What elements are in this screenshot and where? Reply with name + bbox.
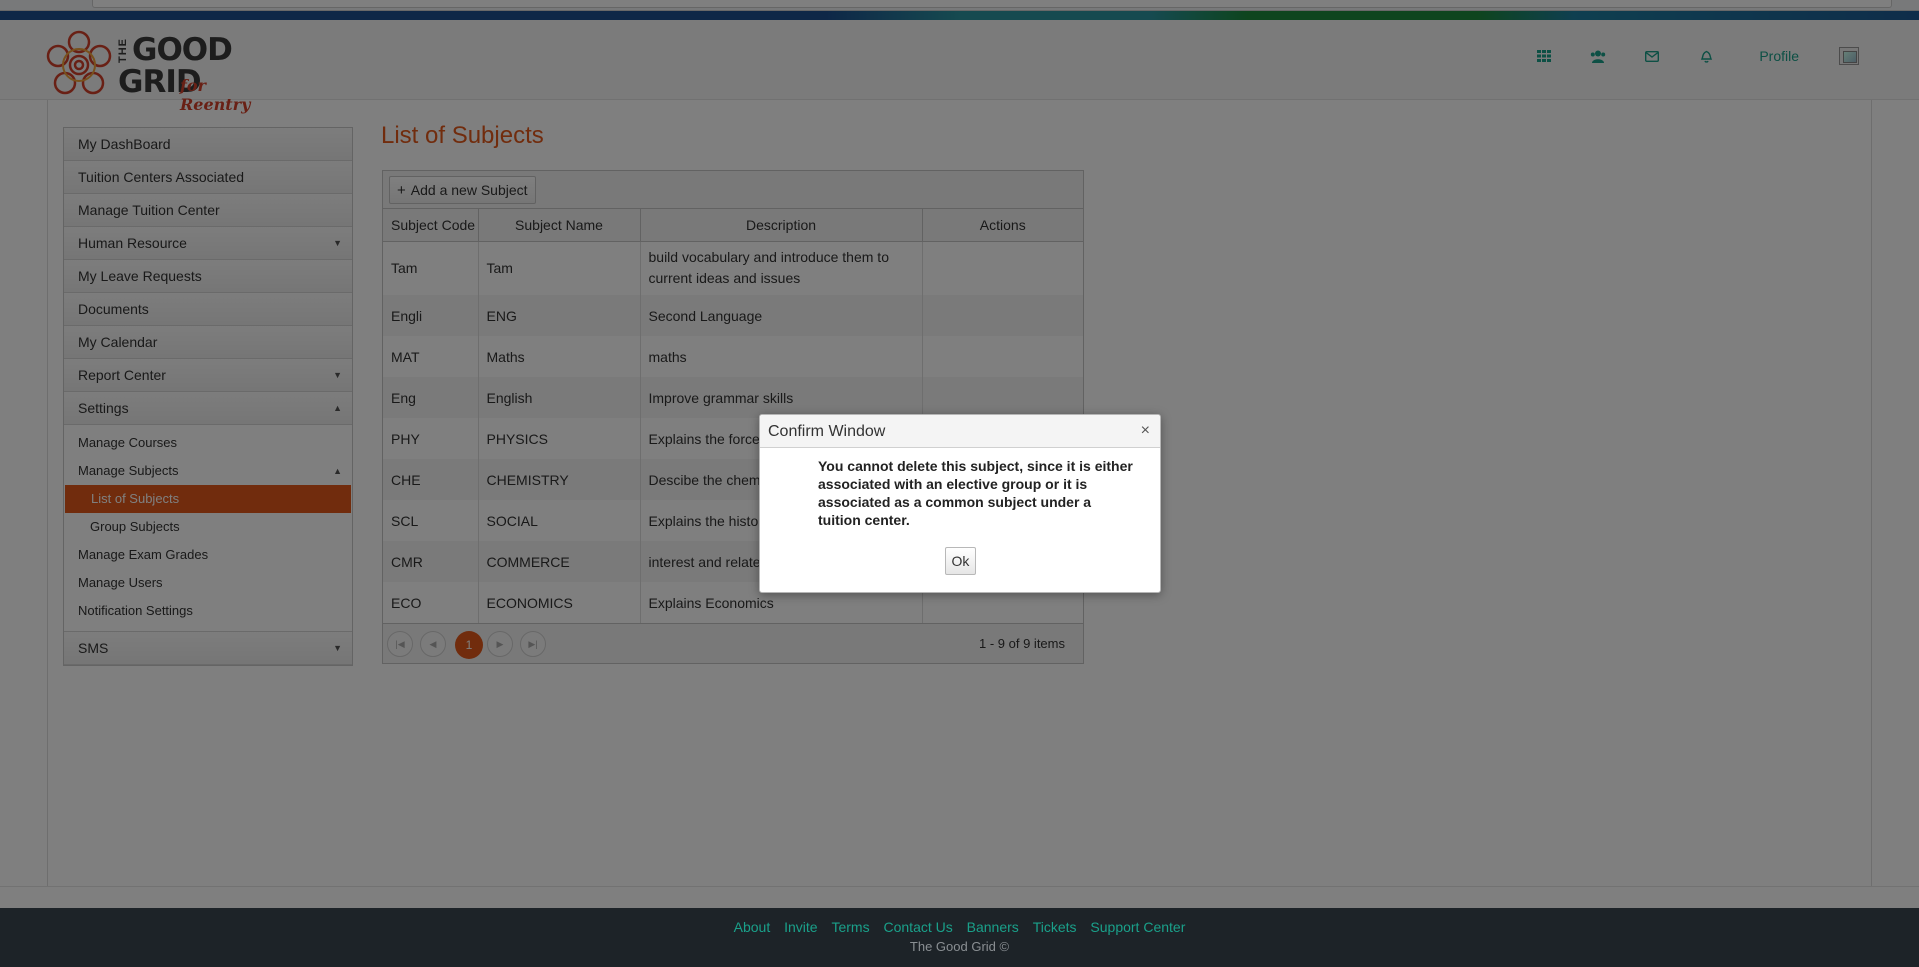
footer-copyright: The Good Grid © bbox=[909, 939, 1010, 954]
footer-link-contact-us[interactable]: Contact Us bbox=[884, 919, 953, 935]
ok-button[interactable]: Ok bbox=[945, 547, 976, 575]
close-icon[interactable]: × bbox=[1141, 415, 1150, 446]
site-footer: About Invite Terms Contact Us Banners Ti… bbox=[0, 908, 1919, 967]
footer-link-banners[interactable]: Banners bbox=[967, 919, 1019, 935]
dialog-title: Confirm Window bbox=[768, 423, 886, 440]
footer-link-support-center[interactable]: Support Center bbox=[1090, 919, 1185, 935]
footer-link-invite[interactable]: Invite bbox=[784, 919, 817, 935]
dialog-message: You cannot delete this subject, since it… bbox=[818, 458, 1133, 528]
confirm-dialog: Confirm Window × You cannot delete this … bbox=[759, 414, 1161, 593]
footer-link-tickets[interactable]: Tickets bbox=[1033, 919, 1077, 935]
dialog-header: Confirm Window × bbox=[760, 415, 1160, 448]
footer-link-terms[interactable]: Terms bbox=[831, 919, 869, 935]
footer-link-about[interactable]: About bbox=[734, 919, 771, 935]
footer-links: About Invite Terms Contact Us Banners Ti… bbox=[0, 908, 1919, 935]
